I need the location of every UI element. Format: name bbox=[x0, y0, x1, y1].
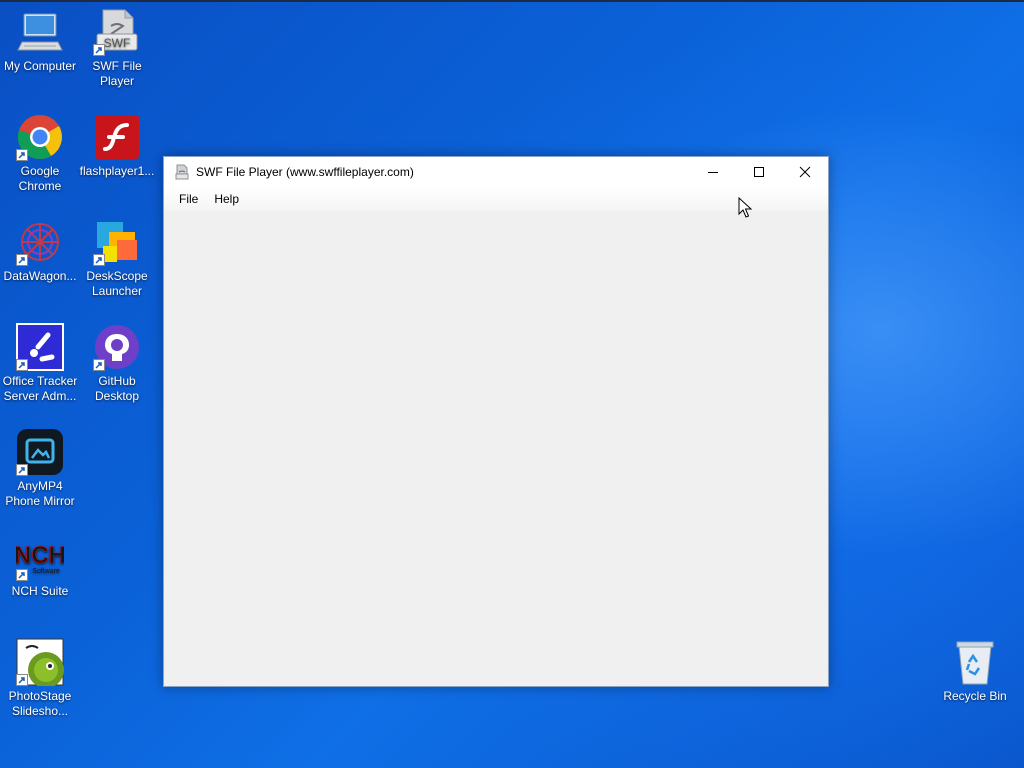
deskscope-icon bbox=[93, 218, 141, 266]
shortcut-arrow-icon bbox=[16, 254, 28, 266]
desktop-icon-deskscope-launcher[interactable]: DeskScope Launcher bbox=[77, 218, 157, 299]
shortcut-arrow-icon bbox=[93, 44, 105, 56]
nch-icon: NCH Software bbox=[14, 533, 66, 581]
github-icon bbox=[93, 323, 141, 371]
desktop-icon-github-desktop[interactable]: GitHub Desktop bbox=[77, 323, 157, 404]
datawagon-icon bbox=[16, 218, 64, 266]
icon-label: NCH Suite bbox=[11, 584, 69, 598]
menu-help[interactable]: Help bbox=[206, 189, 247, 209]
office-tracker-icon bbox=[16, 323, 64, 371]
recycle-bin-icon bbox=[951, 638, 999, 686]
icon-label: PhotoStage Slidesho... bbox=[8, 689, 72, 718]
desktop-icon-flashplayer[interactable]: flashplayer1... bbox=[77, 113, 157, 179]
desktop-icon-my-computer[interactable]: My Computer bbox=[0, 8, 80, 74]
app-title-icon bbox=[175, 164, 189, 180]
menu-file[interactable]: File bbox=[171, 189, 206, 209]
desktop-icon-nch-suite[interactable]: NCH Software NCH Suite bbox=[0, 533, 80, 599]
shortcut-arrow-icon bbox=[93, 254, 105, 266]
shortcut-arrow-icon bbox=[16, 464, 28, 476]
shortcut-arrow-icon bbox=[16, 569, 28, 581]
desktop-icon-swf-file-player[interactable]: SWF SWF File Player bbox=[77, 8, 157, 89]
close-icon bbox=[799, 166, 811, 178]
icon-label: DataWagon... bbox=[3, 269, 77, 283]
desktop-icon-google-chrome[interactable]: Google Chrome bbox=[0, 113, 80, 194]
minimize-icon bbox=[708, 172, 718, 173]
icon-label: SWF File Player bbox=[92, 59, 142, 88]
icon-label: DeskScope Launcher bbox=[86, 269, 148, 298]
icon-label: My Computer bbox=[3, 59, 77, 73]
chrome-icon bbox=[16, 113, 64, 161]
desktop-icon-anymp4-phone-mirror[interactable]: AnyMP4 Phone Mirror bbox=[0, 428, 80, 509]
shortcut-arrow-icon bbox=[16, 674, 28, 686]
minimize-button[interactable] bbox=[690, 157, 736, 187]
icon-label: Recycle Bin bbox=[943, 689, 1007, 703]
desktop: My Computer SWF SWF File Player Google C… bbox=[0, 0, 1024, 768]
icon-label: GitHub Desktop bbox=[94, 374, 140, 403]
desktop-icon-photostage[interactable]: PhotoStage Slidesho... bbox=[0, 638, 80, 719]
shortcut-arrow-icon bbox=[16, 359, 28, 371]
window-titlebar[interactable]: SWF File Player (www.swffileplayer.com) bbox=[164, 157, 828, 187]
icon-label: Google Chrome bbox=[18, 164, 62, 193]
player-content-area[interactable] bbox=[164, 211, 828, 686]
maximize-button[interactable] bbox=[736, 157, 782, 187]
desktop-icon-recycle-bin[interactable]: Recycle Bin bbox=[935, 638, 1015, 704]
screen-top-edge bbox=[0, 0, 1024, 2]
swf-player-window[interactable]: SWF File Player (www.swffileplayer.com) … bbox=[163, 156, 829, 687]
computer-icon bbox=[16, 8, 64, 56]
desktop-icon-datawagon[interactable]: DataWagon... bbox=[0, 218, 80, 284]
swf-file-icon: SWF bbox=[93, 8, 141, 56]
icon-label: flashplayer1... bbox=[79, 164, 155, 178]
icon-label: AnyMP4 Phone Mirror bbox=[5, 479, 75, 508]
close-button[interactable] bbox=[782, 157, 828, 187]
shortcut-arrow-icon bbox=[16, 149, 28, 161]
shortcut-arrow-icon bbox=[93, 359, 105, 371]
nch-logo-text: NCH bbox=[16, 542, 64, 569]
desktop-icon-office-tracker[interactable]: Office Tracker Server Adm... bbox=[0, 323, 80, 404]
photostage-icon bbox=[16, 638, 64, 688]
flash-icon bbox=[93, 113, 141, 161]
window-title: SWF File Player (www.swffileplayer.com) bbox=[196, 165, 414, 179]
icon-label: Office Tracker Server Adm... bbox=[2, 374, 78, 403]
nch-sub-text: Software bbox=[32, 568, 60, 575]
maximize-icon bbox=[754, 167, 764, 177]
anymp4-icon bbox=[16, 428, 64, 476]
menu-bar: File Help bbox=[164, 187, 828, 211]
swf-badge-text: SWF bbox=[104, 36, 131, 50]
mouse-cursor-icon bbox=[738, 197, 752, 218]
